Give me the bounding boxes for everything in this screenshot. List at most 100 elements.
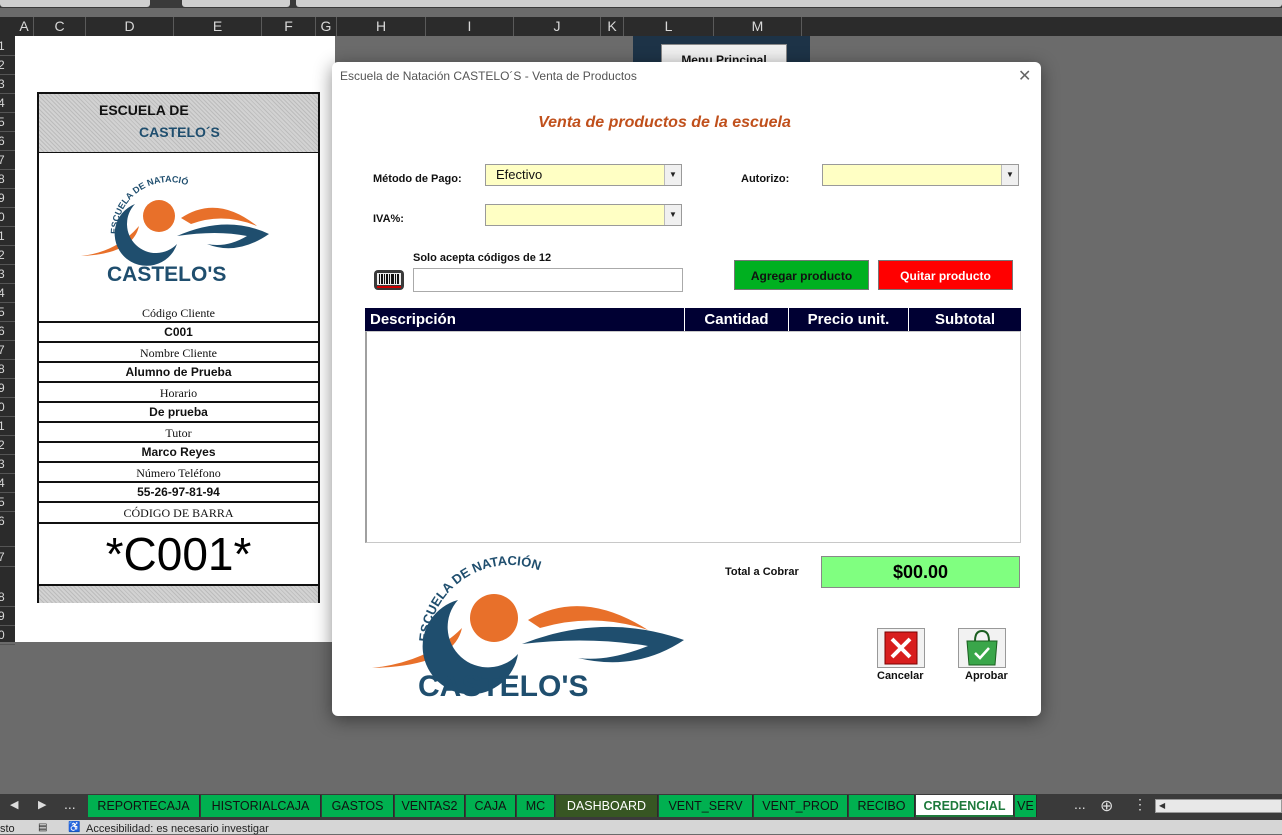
row-header-cell[interactable]: 0 bbox=[0, 207, 15, 227]
column-header-cell[interactable]: A bbox=[15, 17, 34, 36]
chevron-down-icon[interactable]: ▼ bbox=[664, 165, 681, 185]
column-header-cell[interactable]: K bbox=[601, 17, 624, 36]
column-header-cell[interactable]: H bbox=[337, 17, 426, 36]
tabs-overflow-left[interactable]: ... bbox=[64, 796, 76, 812]
add-product-button[interactable]: Agregar producto bbox=[734, 260, 869, 290]
row-header-cell[interactable]: 6 bbox=[0, 321, 15, 341]
row-header-cell[interactable]: 3 bbox=[0, 454, 15, 474]
cancel-button[interactable] bbox=[877, 628, 925, 668]
telefono-value: 55-26-97-81-94 bbox=[39, 481, 318, 503]
scroll-left-icon[interactable]: ◀ bbox=[1159, 801, 1165, 810]
column-header-cell[interactable]: L bbox=[624, 17, 714, 36]
row-header-cell[interactable]: 7 bbox=[0, 150, 15, 170]
row-header-cell[interactable]: 1 bbox=[0, 226, 15, 246]
row-header-cell[interactable]: 8 bbox=[0, 359, 15, 379]
column-precio: Precio unit. bbox=[789, 308, 909, 331]
row-header-cell[interactable]: 6 bbox=[0, 511, 15, 547]
row-header-cell[interactable]: 0 bbox=[0, 397, 15, 417]
row-header-cell[interactable]: 3 bbox=[0, 264, 15, 284]
sheet-tab[interactable]: REPORTECAJA bbox=[88, 795, 200, 817]
row-header-cell[interactable]: 1 bbox=[0, 36, 15, 56]
dialog-heading: Venta de productos de la escuela bbox=[538, 114, 791, 131]
row-header-cell[interactable]: 4 bbox=[0, 93, 15, 113]
row-header-cell[interactable]: 3 bbox=[0, 74, 15, 94]
products-list[interactable] bbox=[365, 331, 1021, 543]
row-header-cell[interactable]: 8 bbox=[0, 169, 15, 189]
sheet-tab[interactable]: VE bbox=[1015, 795, 1037, 817]
metodo-pago-select[interactable]: Efectivo ▼ bbox=[485, 164, 682, 186]
sheet-tab[interactable]: GASTOS bbox=[322, 795, 394, 817]
cancel-x-icon bbox=[884, 631, 918, 665]
sheet-tab-bar: ◀ ▶ ... REPORTECAJA HISTORIALCAJA GASTOS VE… bbox=[0, 794, 1282, 820]
column-header-cell[interactable]: G bbox=[316, 17, 337, 36]
column-header-cell[interactable]: J bbox=[514, 17, 601, 36]
sheet-view-icon[interactable]: ▤ bbox=[38, 822, 47, 833]
row-header-cell[interactable]: 4 bbox=[0, 283, 15, 303]
row-header-cell[interactable]: 2 bbox=[0, 245, 15, 265]
row-header-cell[interactable]: 5 bbox=[0, 302, 15, 322]
total-label: Total a Cobrar bbox=[725, 566, 799, 578]
iva-select[interactable]: ▼ bbox=[485, 204, 682, 226]
formula-bar[interactable] bbox=[296, 0, 1282, 7]
column-header-cell[interactable]: M bbox=[714, 17, 802, 36]
row-header-cell[interactable]: 2 bbox=[0, 55, 15, 75]
row-header-cell[interactable]: 7 bbox=[0, 340, 15, 360]
approve-label[interactable]: Aprobar bbox=[965, 670, 1008, 682]
sheet-tab[interactable]: CREDENCIAL bbox=[916, 795, 1014, 817]
autorizo-select[interactable]: ▼ bbox=[822, 164, 1019, 186]
remove-product-button[interactable]: Quitar producto bbox=[878, 260, 1013, 290]
tabs-overflow-right[interactable]: ... bbox=[1074, 796, 1086, 812]
row-header-cell[interactable]: 7 bbox=[0, 547, 15, 567]
row-header-cell[interactable]: 8 bbox=[0, 587, 15, 607]
iva-label: IVA%: bbox=[373, 213, 404, 225]
row-header-cell[interactable]: 2 bbox=[0, 435, 15, 455]
sheet-tab[interactable]: RECIBO bbox=[849, 795, 915, 817]
products-table-header: Descripción Cantidad Precio unit. Subtot… bbox=[365, 308, 1021, 331]
sheet-tab[interactable]: HISTORIALCAJA bbox=[201, 795, 321, 817]
card-footer bbox=[39, 584, 318, 603]
row-header-cell[interactable]: 5 bbox=[0, 112, 15, 132]
approve-button[interactable] bbox=[958, 628, 1006, 668]
cancel-label[interactable]: Cancelar bbox=[877, 670, 923, 682]
row-header-cell[interactable]: 6 bbox=[0, 131, 15, 151]
add-sheet-icon[interactable]: ⊕ bbox=[1100, 796, 1113, 816]
row-header-cell[interactable]: 0 bbox=[0, 625, 15, 645]
row-header-cell[interactable]: 9 bbox=[0, 188, 15, 208]
row-header-cell[interactable]: 9 bbox=[0, 606, 15, 626]
scroll-right-icon[interactable]: ▶ bbox=[38, 798, 46, 811]
sheet-tab[interactable]: MC bbox=[517, 795, 555, 817]
accessibility-icon[interactable]: ♿ bbox=[68, 822, 80, 833]
column-header-cell[interactable]: I bbox=[426, 17, 514, 36]
sheet-tab[interactable]: DASHBOARD bbox=[556, 795, 658, 817]
row-header-cell[interactable]: 4 bbox=[0, 473, 15, 493]
scroll-left-icon[interactable]: ◀ bbox=[10, 798, 18, 811]
sheet-tab[interactable]: VENTAS2 bbox=[395, 795, 465, 817]
sales-dialog: Escuela de Natación CASTELO´S - Venta de… bbox=[332, 62, 1041, 716]
sheet-tab[interactable]: VENT_PROD bbox=[754, 795, 848, 817]
tutor-label: Tutor bbox=[165, 426, 192, 440]
row-header-cell[interactable]: 1 bbox=[0, 416, 15, 436]
more-options-icon[interactable]: ⋮ bbox=[1133, 796, 1147, 813]
chevron-down-icon[interactable]: ▼ bbox=[664, 205, 681, 225]
product-code-input[interactable] bbox=[413, 268, 683, 292]
accessibility-status[interactable]: Accesibilidad: es necesario investigar bbox=[86, 823, 269, 835]
metodo-pago-value: Efectivo bbox=[496, 167, 543, 182]
column-header: ACDEFGHIJKLM bbox=[0, 17, 1282, 36]
ribbon-strip bbox=[0, 0, 1282, 8]
metodo-pago-label: Método de Pago: bbox=[373, 173, 462, 185]
barcode-label: CÓDIGO DE BARRA bbox=[123, 506, 234, 520]
column-header-cell[interactable]: F bbox=[262, 17, 316, 36]
close-icon[interactable]: ✕ bbox=[1018, 66, 1031, 86]
ribbon-control[interactable] bbox=[0, 0, 150, 7]
row-header-cell[interactable]: 5 bbox=[0, 492, 15, 512]
column-header-cell[interactable]: E bbox=[174, 17, 262, 36]
sheet-tab[interactable]: CAJA bbox=[466, 795, 516, 817]
column-header-cell[interactable]: C bbox=[34, 17, 86, 36]
chevron-down-icon[interactable]: ▼ bbox=[1001, 165, 1018, 185]
row-header-cell[interactable]: 9 bbox=[0, 378, 15, 398]
sheet-tab[interactable]: VENT_SERV bbox=[659, 795, 753, 817]
horizontal-scrollbar[interactable]: ◀ bbox=[1155, 799, 1282, 813]
ribbon-control[interactable] bbox=[182, 0, 290, 7]
column-header-cell[interactable]: D bbox=[86, 17, 174, 36]
school-logo: ESCUELA DE NATACIÓN CASTELO'S bbox=[74, 156, 277, 294]
